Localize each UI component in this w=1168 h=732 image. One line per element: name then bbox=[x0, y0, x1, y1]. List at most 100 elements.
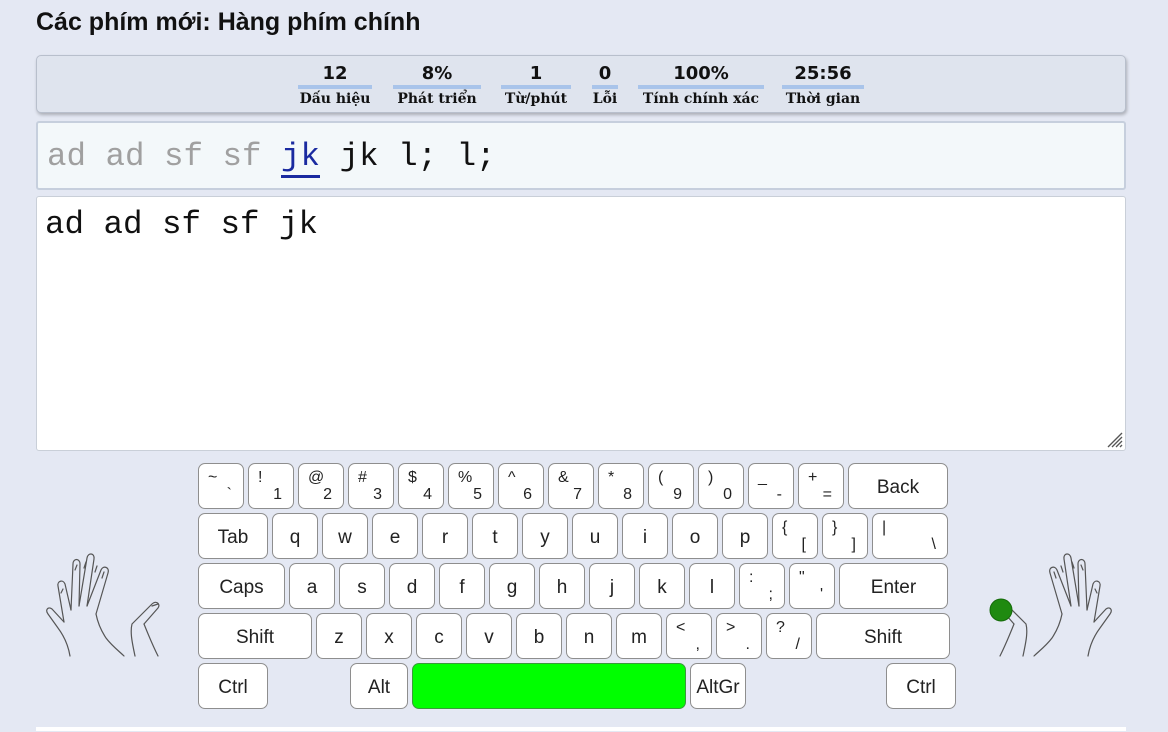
key-shift-char: : bbox=[749, 569, 754, 586]
key-e[interactable]: e bbox=[372, 513, 418, 559]
key-y[interactable]: y bbox=[522, 513, 568, 559]
key-w[interactable]: w bbox=[322, 513, 368, 559]
key-label: Ctrl bbox=[218, 677, 248, 698]
key-h[interactable]: h bbox=[539, 563, 585, 609]
key-b[interactable]: b bbox=[516, 613, 562, 659]
key-3[interactable]: #3 bbox=[348, 463, 394, 509]
resize-grip-icon[interactable] bbox=[1103, 428, 1123, 448]
key-i[interactable]: i bbox=[622, 513, 668, 559]
key-period[interactable]: >. bbox=[716, 613, 762, 659]
key-shift-char: % bbox=[458, 469, 473, 486]
key-t[interactable]: t bbox=[472, 513, 518, 559]
stat-accuracy: 100% Tính chính xác bbox=[638, 63, 764, 108]
key-char: [ bbox=[801, 536, 806, 553]
key-u[interactable]: u bbox=[572, 513, 618, 559]
stat-time: 25:56 Thời gian bbox=[782, 63, 864, 108]
key-6[interactable]: ^ 6 bbox=[498, 463, 544, 509]
current-word: jk bbox=[281, 138, 321, 178]
key-shift-char: # bbox=[358, 469, 367, 486]
key-1[interactable]: ! 1 bbox=[248, 463, 294, 509]
key-char: , bbox=[695, 636, 700, 653]
key-right-shift[interactable]: Shift bbox=[816, 613, 950, 659]
stat-value: 0 bbox=[592, 63, 618, 89]
key-z[interactable]: z bbox=[316, 613, 362, 659]
key-char: 6 bbox=[523, 486, 532, 503]
key-l[interactable]: l bbox=[689, 563, 735, 609]
key-m[interactable]: m bbox=[616, 613, 662, 659]
key-comma[interactable]: <, bbox=[666, 613, 712, 659]
key-label: o bbox=[689, 527, 701, 548]
key-label: a bbox=[306, 577, 318, 598]
key-label: AltGr bbox=[696, 677, 740, 698]
key-7[interactable]: & 7 bbox=[548, 463, 594, 509]
key-0[interactable]: ) 0 bbox=[698, 463, 744, 509]
key-right-bracket[interactable]: }] bbox=[822, 513, 868, 559]
stat-progress: 8% Phát triển bbox=[393, 63, 481, 108]
key-equals[interactable]: + = bbox=[798, 463, 844, 509]
key-label: Shift bbox=[863, 627, 903, 648]
key-5[interactable]: % 5 bbox=[448, 463, 494, 509]
key-label: s bbox=[357, 577, 367, 598]
key-semicolon[interactable]: :; bbox=[739, 563, 785, 609]
key-left-shift[interactable]: Shift bbox=[198, 613, 312, 659]
key-label: Tab bbox=[217, 527, 249, 548]
page-title: Các phím mới: Hàng phím chính bbox=[36, 8, 421, 36]
key-backspace[interactable]: Back bbox=[848, 463, 948, 509]
key-f[interactable]: f bbox=[439, 563, 485, 609]
key-q[interactable]: q bbox=[272, 513, 318, 559]
key-g[interactable]: g bbox=[489, 563, 535, 609]
key-backslash[interactable]: | \ bbox=[872, 513, 948, 559]
stat-value: 12 bbox=[298, 63, 372, 89]
key-r[interactable]: r bbox=[422, 513, 468, 559]
key-o[interactable]: o bbox=[672, 513, 718, 559]
key-9[interactable]: (9 bbox=[648, 463, 694, 509]
stat-errors: 0 Lỗi bbox=[592, 63, 618, 108]
key-label: r bbox=[441, 527, 449, 548]
key-backtick[interactable]: ~ ` bbox=[198, 463, 244, 509]
key-v[interactable]: v bbox=[466, 613, 512, 659]
key-enter[interactable]: Enter bbox=[839, 563, 948, 609]
key-j[interactable]: j bbox=[589, 563, 635, 609]
key-left-bracket[interactable]: {[ bbox=[772, 513, 818, 559]
key-altgr[interactable]: AltGr bbox=[690, 663, 746, 709]
key-shift-char: > bbox=[726, 619, 736, 636]
key-quote[interactable]: " ' bbox=[789, 563, 835, 609]
key-space[interactable] bbox=[412, 663, 686, 709]
stat-label: Từ/phút bbox=[504, 91, 568, 107]
key-right-ctrl[interactable]: Ctrl bbox=[886, 663, 956, 709]
key-label: z bbox=[334, 627, 344, 648]
key-alt[interactable]: Alt bbox=[350, 663, 408, 709]
key-p[interactable]: p bbox=[722, 513, 768, 559]
key-slash[interactable]: ? / bbox=[766, 613, 812, 659]
key-label: x bbox=[384, 627, 394, 648]
key-c[interactable]: c bbox=[416, 613, 462, 659]
key-label: Shift bbox=[235, 627, 275, 648]
key-shift-char: * bbox=[608, 469, 615, 486]
stat-label: Thời gian bbox=[785, 91, 861, 107]
key-d[interactable]: d bbox=[389, 563, 435, 609]
key-n[interactable]: n bbox=[566, 613, 612, 659]
key-char: = bbox=[822, 486, 832, 503]
key-a[interactable]: a bbox=[289, 563, 335, 609]
key-2[interactable]: @2 bbox=[298, 463, 344, 509]
typing-area[interactable]: ad ad sf sf jk bbox=[36, 196, 1126, 451]
key-caps[interactable]: Caps bbox=[198, 563, 285, 609]
key-s[interactable]: s bbox=[339, 563, 385, 609]
key-label: q bbox=[289, 527, 301, 548]
key-4[interactable]: $4 bbox=[398, 463, 444, 509]
key-shift-char: ~ bbox=[208, 469, 218, 486]
key-minus[interactable]: _ - bbox=[748, 463, 794, 509]
completed-text: ad ad sf sf bbox=[47, 138, 282, 175]
key-tab[interactable]: Tab bbox=[198, 513, 268, 559]
key-label: y bbox=[540, 527, 550, 548]
key-char: 7 bbox=[573, 486, 582, 503]
key-char: ' bbox=[819, 586, 823, 603]
key-left-ctrl[interactable]: Ctrl bbox=[198, 663, 268, 709]
key-k[interactable]: k bbox=[639, 563, 685, 609]
key-char: 3 bbox=[373, 486, 382, 503]
key-8[interactable]: * 8 bbox=[598, 463, 644, 509]
key-x[interactable]: x bbox=[366, 613, 412, 659]
key-label: Enter bbox=[870, 577, 917, 598]
key-shift-char: ) bbox=[708, 469, 714, 486]
stat-value: 8% bbox=[393, 63, 481, 89]
